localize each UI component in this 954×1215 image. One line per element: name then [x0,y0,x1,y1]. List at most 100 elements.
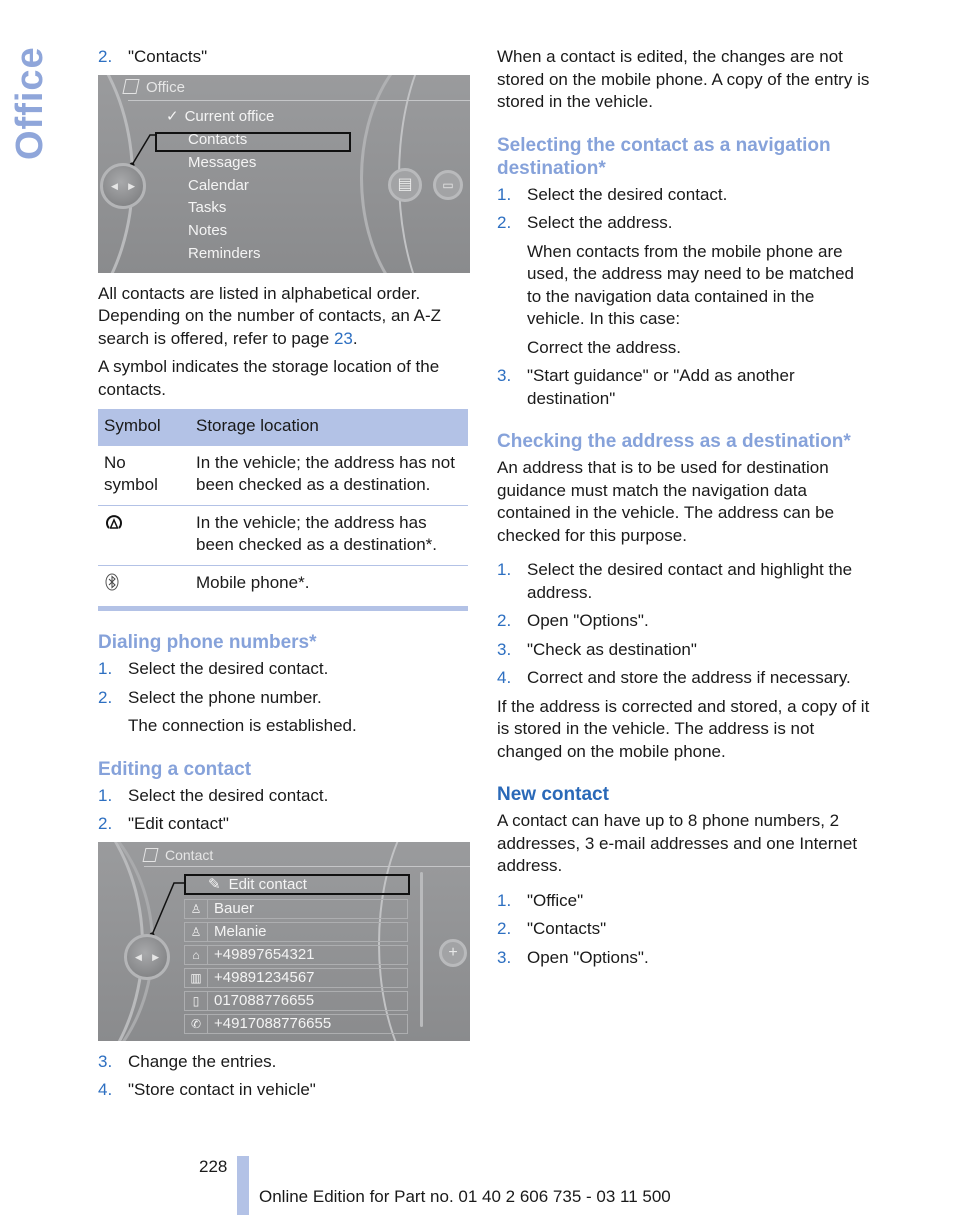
table-row: No symbol In the vehicle; the address ha… [98,445,468,506]
list-item: 4. Correct and store the address if nece… [497,668,851,687]
display-button[interactable]: ▭ [433,169,463,200]
field-business-phone[interactable]: ▥ +49891234567 [184,967,408,988]
list-item: 3. "Check as destination" [497,639,697,659]
menu-item-notes[interactable]: Notes [188,222,227,240]
arrow-left-icon: ◀ [135,951,142,962]
business-phone-icon: ▥ [185,968,208,987]
left-column: 2. "Contacts" Office ✓ Current office Con… [98,46,470,1108]
screen-icon: ▭ [442,177,454,192]
office-book-icon [122,78,140,94]
list-item: 3. Open "Options". [497,947,649,967]
heading-navigation-destination: Selecting the contact as a navigation de… [497,134,831,179]
step-number: 2. [98,47,113,66]
storage-location-table: Symbol Storage location No symbol In the… [98,409,468,611]
screen-title: Contact [165,846,214,863]
scrollbar[interactable] [420,871,423,1027]
office-menu-screenshot: Office ✓ Current office Contacts Messages… [98,74,470,273]
mobile-phone-icon: ▯ [185,991,208,1010]
list-item: 2. Select the phone number. [98,687,322,707]
field-last-name[interactable]: ♙ Bauer [184,898,408,919]
footer-accent-bar [237,1156,249,1215]
heading-check-address: Checking the address as a destination* [497,431,851,452]
menu-item-messages[interactable]: Messages [188,154,256,172]
chapter-side-title: Office [9,46,51,160]
edition-text: Online Edition for Part no. 01 40 2 606 … [259,1187,671,1206]
checkmark-icon: ✓ [166,107,179,125]
paragraph-new-contact: A contact can have up to 8 phone numbers… [497,811,858,875]
menu-item-current-office[interactable]: ✓ Current office [166,108,274,126]
pointer-line [129,133,156,167]
list-item: 2. Open "Options". [497,611,649,630]
list-item: 4. "Store contact in vehicle" [98,1080,316,1099]
list-item: 1. "Office" [497,890,584,910]
dialing-note: The connection is established. [128,716,357,735]
heading-new-contact: New contact [497,784,609,805]
pencil-icon: ✎ [208,875,221,893]
step-contacts: 2. "Contacts" [98,46,470,69]
controller-knob[interactable]: ◀ ▶ [100,162,146,209]
title-divider [128,99,470,101]
field-mobile-phone[interactable]: ▯ 017088776655 [184,990,408,1011]
location-cell: Mobile phone*. [190,565,468,611]
list-item: 2. Select the address. [497,213,673,232]
menu-item-contacts[interactable]: Contacts [188,131,247,149]
bluetooth-icon [105,573,119,590]
column-header-symbol: Symbol [98,409,190,446]
step-text: "Contacts" [128,47,208,66]
title-divider [144,865,470,867]
list-item: 1. Select the desired contact and highli… [497,560,853,602]
symbol-cell [98,565,190,611]
edit-contact-screenshot: Contact ✎ Edit contact ♙ Bauer ♙ Melanie ⌂ +… [98,841,470,1041]
list-item: 3. "Start guidance" or "Add as another d… [497,366,795,408]
pointer-line [149,881,186,937]
page-link[interactable]: 23 [334,329,353,348]
paragraph-symbol: A symbol indicates the storage location … [98,357,440,399]
heading-editing: Editing a contact [98,758,252,780]
location-cell: In the vehicle; the address has not been… [190,445,468,506]
list-item: 1. Select the desired contact. [98,659,329,678]
selection-highlight [155,131,351,152]
nav-note: Correct the address. [527,337,682,357]
menu-item-reminders[interactable]: Reminders [188,245,261,263]
menu-item-tasks[interactable]: Tasks [188,199,226,217]
right-column: When a contact is edited, the changes ar… [497,46,872,975]
list-item: 3. Change the entries. [98,1051,277,1071]
list-item: 1. Select the desired contact. [497,184,728,204]
paragraph-alphabetical: All contacts are listed in alphabetical … [98,283,442,348]
menu-item-calendar[interactable]: Calendar [188,177,249,195]
table-row: Mobile phone*. [98,565,468,611]
notepad-icon: ▤ [397,175,413,193]
add-button[interactable]: + [439,938,467,967]
arrow-left-icon: ◀ [111,180,118,191]
person-icon: ♙ [185,922,208,941]
checked-destination-icon [106,514,122,529]
list-item: 2. "Edit contact" [98,814,229,833]
column-header-storage-location: Storage location [190,409,468,446]
table-row: In the vehicle; the address has been che… [98,505,468,566]
list-item: 1. Select the desired contact. [98,785,329,805]
nav-note: When contacts from the mobile phone are … [527,241,854,329]
screen-title: Office [146,78,185,96]
home-phone-icon: ⌂ [185,945,208,964]
office-book-icon [142,847,159,862]
paragraph-check: An address that is to be used for destin… [497,458,835,545]
controller-knob[interactable]: ◀ ▶ [124,933,170,980]
field-home-phone[interactable]: ⌂ +49897654321 [184,944,408,965]
list-item: 2. "Contacts" [497,919,607,938]
plus-icon: + [448,943,458,961]
paragraph-check-after: If the address is corrected and stored, … [497,696,870,761]
field-first-name[interactable]: ♙ Melanie [184,921,408,942]
heading-dialing: Dialing phone numbers* [98,632,317,653]
symbol-cell: No symbol [98,445,190,506]
location-cell: In the vehicle; the address has been che… [190,505,468,566]
notes-button[interactable]: ▤ [388,167,422,202]
arrow-right-icon: ▶ [152,951,159,962]
field-other-phone[interactable]: ✆ +4917088776655 [184,1013,408,1034]
edit-contact-item[interactable]: ✎ Edit contact [184,873,410,895]
person-icon: ♙ [185,899,208,918]
arrow-right-icon: ▶ [128,180,135,191]
page-number: 228 [199,1157,228,1176]
other-phone-icon: ✆ [185,1014,208,1033]
paragraph-intro: When a contact is edited, the changes ar… [497,47,870,111]
symbol-cell [98,505,190,566]
